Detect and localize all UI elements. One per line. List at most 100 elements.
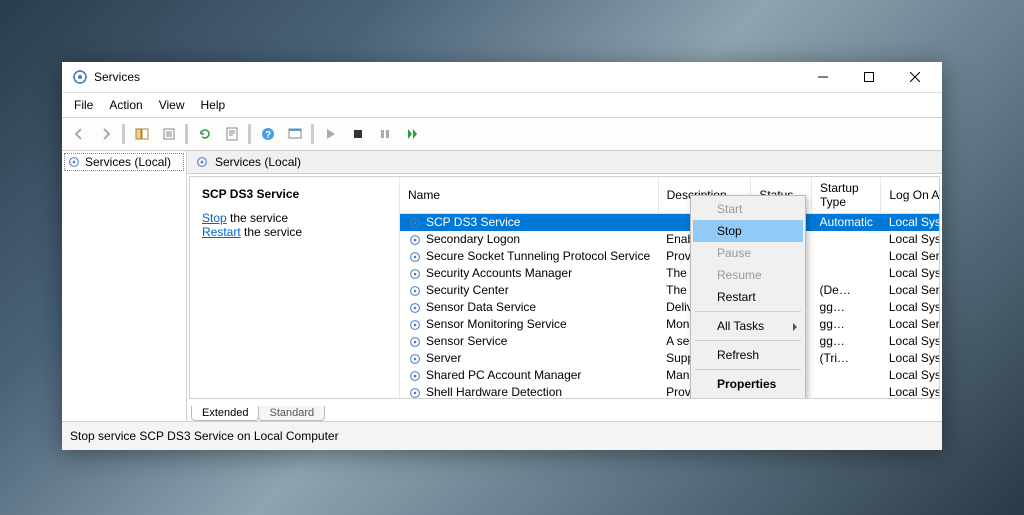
svc-logon: Local Service	[881, 248, 939, 265]
service-icon	[408, 284, 422, 298]
export-list-button[interactable]	[156, 122, 181, 146]
svg-text:?: ?	[264, 130, 270, 141]
close-button[interactable]	[892, 62, 938, 92]
svc-logon: Local System	[881, 384, 939, 398]
console-button[interactable]	[282, 122, 307, 146]
minimize-button[interactable]	[800, 62, 846, 92]
svc-logon: Local Service	[881, 282, 939, 299]
restart-service-button[interactable]	[399, 122, 424, 146]
col-startup[interactable]: Startup Type	[812, 177, 881, 214]
table-row[interactable]: Shell Hardware DetectionProvides notLoca…	[400, 384, 939, 398]
properties-button[interactable]	[219, 122, 244, 146]
service-icon	[408, 335, 422, 349]
stop-link[interactable]: Stop	[202, 211, 227, 225]
refresh-button[interactable]	[192, 122, 217, 146]
services-icon	[72, 69, 88, 85]
svc-logon: Local System	[881, 333, 939, 350]
ctx-pause[interactable]: Pause	[693, 242, 803, 264]
maximize-button[interactable]	[846, 62, 892, 92]
svc-name: Secure Socket Tunneling Protocol Service	[426, 249, 650, 263]
svc-startup: Automatic	[812, 214, 881, 231]
service-icon	[408, 216, 422, 230]
svc-name: Secondary Logon	[426, 232, 520, 246]
service-icon	[408, 369, 422, 383]
service-icon	[408, 250, 422, 264]
tree-label: Services (Local)	[85, 155, 171, 169]
view-tabs: Extended Standard	[187, 401, 942, 421]
status-text: Stop service SCP DS3 Service on Local Co…	[70, 429, 339, 443]
svc-logon: Local System	[881, 231, 939, 248]
ctx-separator	[695, 369, 801, 370]
table-row[interactable]: Sensor Data ServiceDelivers datgg…Local …	[400, 299, 939, 316]
svc-name: Shell Hardware Detection	[426, 385, 562, 398]
svc-startup	[812, 367, 881, 384]
left-tree-pane: Services (Local)	[62, 151, 187, 421]
service-icon	[408, 233, 422, 247]
ctx-separator	[695, 311, 801, 312]
svc-startup	[812, 248, 881, 265]
service-icon	[408, 267, 422, 281]
ctx-refresh[interactable]: Refresh	[693, 344, 803, 366]
tree-services-local[interactable]: Services (Local)	[64, 153, 184, 171]
svc-name: Sensor Service	[426, 334, 507, 348]
svc-name: Sensor Data Service	[426, 300, 536, 314]
tab-standard[interactable]: Standard	[258, 406, 325, 421]
table-row[interactable]: Secondary LogonEnables starLocal System	[400, 231, 939, 248]
svc-name: Security Accounts Manager	[426, 266, 572, 280]
table-row[interactable]: Security Accounts ManagerThe startupLoca…	[400, 265, 939, 282]
table-row[interactable]: Security CenterThe WSCSVC(De…Local Servi…	[400, 282, 939, 299]
svc-startup: gg…	[812, 316, 881, 333]
svc-logon: Local System	[881, 265, 939, 282]
titlebar[interactable]: Services	[62, 62, 942, 93]
tab-extended[interactable]: Extended	[191, 406, 259, 421]
gear-icon	[195, 155, 209, 169]
services-list[interactable]: Name Description Status Startup Type Log…	[399, 177, 939, 398]
ctx-properties[interactable]: Properties	[693, 373, 803, 395]
selected-service-name: SCP DS3 Service	[202, 187, 387, 201]
right-body: SCP DS3 Service Stop the service Restart…	[189, 176, 940, 399]
svc-name: Shared PC Account Manager	[426, 368, 581, 382]
back-button[interactable]	[66, 122, 91, 146]
svc-logon: Local System	[881, 299, 939, 316]
right-pane: Services (Local) SCP DS3 Service Stop th…	[187, 151, 942, 421]
ctx-restart[interactable]: Restart	[693, 286, 803, 308]
table-row[interactable]: ServerSupports file(Tri…Local System	[400, 350, 939, 367]
ctx-start[interactable]: Start	[693, 198, 803, 220]
table-row[interactable]: Sensor Monitoring ServiceMonitors vagg…L…	[400, 316, 939, 333]
stop-service-button[interactable]	[345, 122, 370, 146]
svc-name: Server	[426, 351, 461, 365]
svc-startup: gg…	[812, 333, 881, 350]
ctx-resume[interactable]: Resume	[693, 264, 803, 286]
ctx-separator	[695, 340, 801, 341]
pause-service-button[interactable]	[372, 122, 397, 146]
svc-startup: (De…	[812, 282, 881, 299]
show-hide-tree-button[interactable]	[129, 122, 154, 146]
ctx-all-tasks[interactable]: All Tasks	[693, 315, 803, 337]
service-icon	[408, 301, 422, 315]
menu-help[interactable]: Help	[193, 96, 234, 114]
svc-name: Sensor Monitoring Service	[426, 317, 567, 331]
menu-view[interactable]: View	[151, 96, 193, 114]
restart-link[interactable]: Restart	[202, 225, 241, 239]
col-name[interactable]: Name	[400, 177, 658, 214]
svc-logon: Local System	[881, 367, 939, 384]
menu-action[interactable]: Action	[101, 96, 150, 114]
toolbar-separator	[185, 124, 188, 144]
restart-link-row: Restart the service	[202, 225, 387, 239]
menu-file[interactable]: File	[66, 96, 101, 114]
svc-startup	[812, 265, 881, 282]
menubar: File Action View Help	[62, 93, 942, 118]
table-row[interactable]: Sensor ServiceA service forgg…Local Syst…	[400, 333, 939, 350]
forward-button[interactable]	[93, 122, 118, 146]
start-service-button[interactable]	[318, 122, 343, 146]
ctx-stop[interactable]: Stop	[693, 220, 803, 242]
svc-logon: Local System	[881, 350, 939, 367]
table-row[interactable]: Secure Socket Tunneling Protocol Service…	[400, 248, 939, 265]
table-row[interactable]: Shared PC Account ManagerManages prLocal…	[400, 367, 939, 384]
table-row[interactable]: SCP DS3 ServiceRunningAutomaticLocal Sys…	[400, 214, 939, 231]
svc-logon: Local System	[881, 214, 939, 231]
help-button[interactable]: ?	[255, 122, 280, 146]
svc-startup: (Tri…	[812, 350, 881, 367]
svc-name: SCP DS3 Service	[426, 215, 520, 229]
col-logon[interactable]: Log On As	[881, 177, 939, 214]
